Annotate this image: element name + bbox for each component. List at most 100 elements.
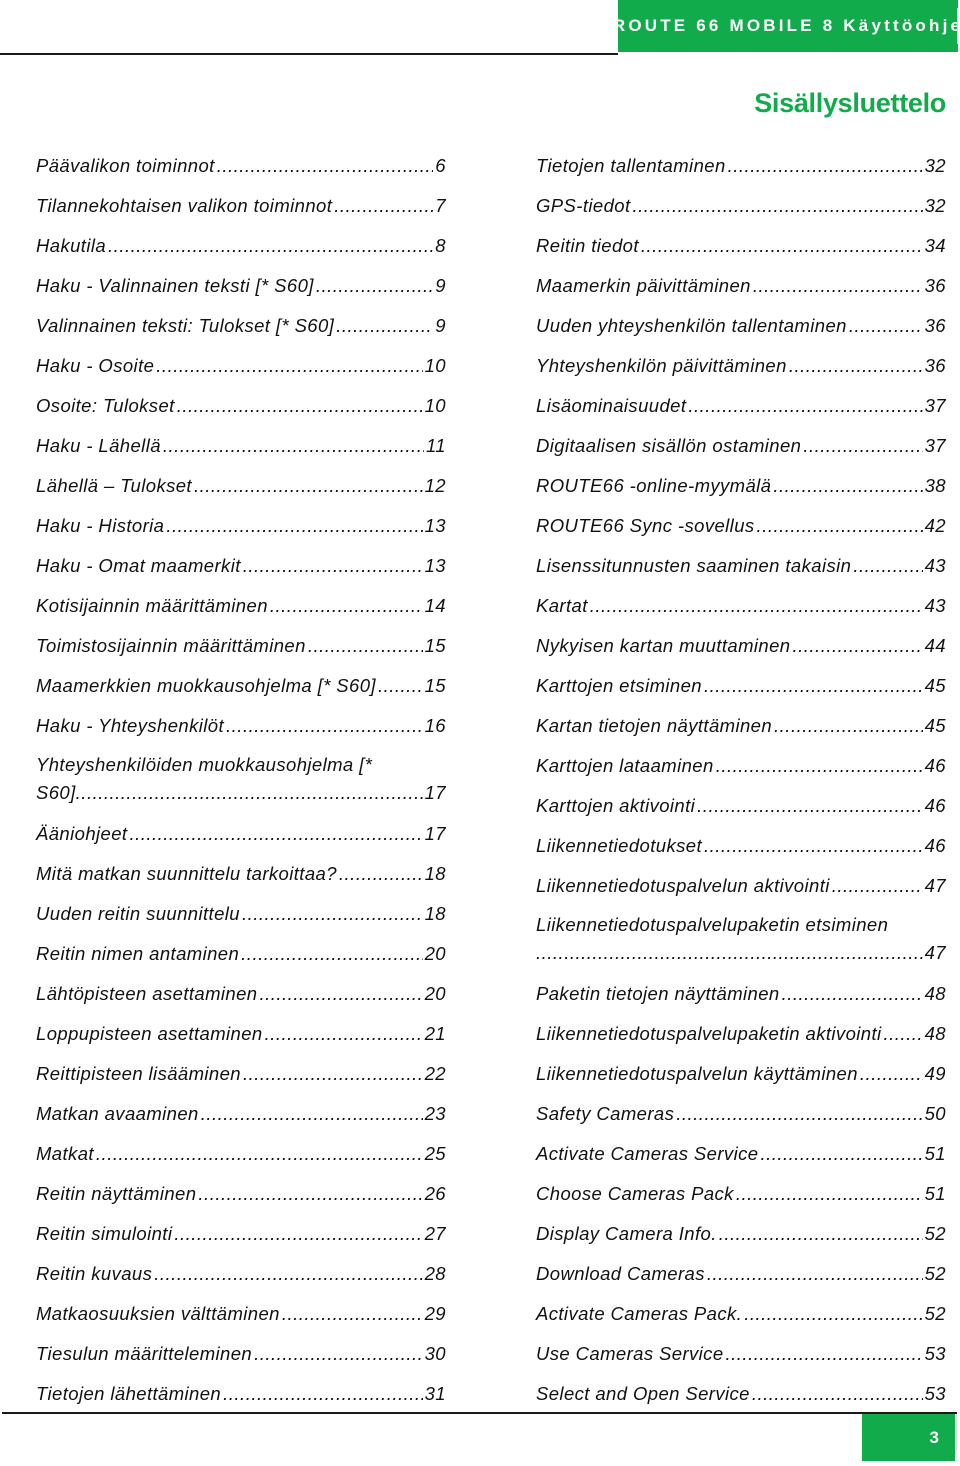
toc-entry[interactable]: Tietojen tallentaminen 32 xyxy=(536,146,946,186)
toc-entry[interactable]: Loppupisteen asettaminen 21 xyxy=(36,1014,446,1054)
toc-entry[interactable]: Liikennetiedotuspalvelun käyttäminen 49 xyxy=(536,1054,946,1094)
toc-entry-page: 20 xyxy=(424,983,446,1004)
toc-entry[interactable]: Download Cameras 52 xyxy=(536,1254,946,1294)
toc-entry-label: Select and Open Service xyxy=(536,1383,750,1404)
toc-entry[interactable]: Paketin tietojen näyttäminen 48 xyxy=(536,974,946,1014)
toc-entry[interactable]: Lähtöpisteen asettaminen 20 xyxy=(36,974,446,1014)
toc-entry[interactable]: Kotisijainnin määrittäminen 14 xyxy=(36,586,446,626)
toc-entry[interactable]: Haku - Valinnainen teksti [* S60] 9 xyxy=(36,266,446,306)
toc-entry[interactable]: Safety Cameras 50 xyxy=(536,1094,946,1134)
toc-entry-page: 36 xyxy=(924,355,946,376)
toc-entry-label: Display Camera Info. xyxy=(536,1223,717,1244)
toc-entry[interactable]: Liikennetiedotuspalvelupaketin etsiminen… xyxy=(536,906,946,974)
toc-entry[interactable]: Valinnainen teksti: Tulokset [* S60] 9 xyxy=(36,306,446,346)
dot-leader xyxy=(704,826,923,866)
toc-entry[interactable]: Choose Cameras Pack 51 xyxy=(536,1174,946,1214)
toc-entry-page: 46 xyxy=(924,835,946,856)
toc-entry[interactable]: Päävalikon toiminnot 6 xyxy=(36,146,446,186)
toc-entry[interactable]: Ääniohjeet 17 xyxy=(36,814,446,854)
toc-entry[interactable]: Kartat 43 xyxy=(536,586,946,626)
page-number: 3 xyxy=(929,1427,939,1447)
toc-entry-label: Liikennetiedotuspalvelupaketin etsiminen xyxy=(536,914,889,935)
toc-entry[interactable]: Lisäominaisuudet 37 xyxy=(536,386,946,426)
toc-entry[interactable]: Tietojen lähettäminen 31 xyxy=(36,1374,446,1414)
toc-entry-page: 44 xyxy=(924,635,946,656)
toc-entry[interactable]: Lisenssitunnusten saaminen takaisin 43 xyxy=(536,546,946,586)
toc-entry-page: 27 xyxy=(424,1223,446,1244)
toc-entry-label: Matkan avaaminen xyxy=(36,1103,199,1124)
toc-entry[interactable]: Reittipisteen lisääminen 22 xyxy=(36,1054,446,1094)
toc-entry[interactable]: Matkaosuuksien välttäminen 29 xyxy=(36,1294,446,1334)
toc-entry[interactable]: Reitin simulointi 27 xyxy=(36,1214,446,1254)
toc-entry[interactable]: Uuden reitin suunnittelu 18 xyxy=(36,894,446,934)
toc-entry[interactable]: Kartan tietojen näyttäminen 45 xyxy=(536,706,946,746)
toc-entry[interactable]: Reitin kuvaus 28 xyxy=(36,1254,446,1294)
toc-entry[interactable]: Tiesulun määritteleminen 30 xyxy=(36,1334,446,1374)
toc-entry[interactable]: Haku - Omat maamerkit 13 xyxy=(36,546,446,586)
toc-entry[interactable]: ROUTE66 -online-myymälä 38 xyxy=(536,466,946,506)
toc-entry-page: 20 xyxy=(424,943,446,964)
toc-entry[interactable]: Haku - Lähellä 11 xyxy=(36,426,446,466)
dot-leader xyxy=(633,186,923,226)
dot-leader xyxy=(265,1014,423,1054)
dot-leader xyxy=(688,386,922,426)
footer-divider xyxy=(2,1412,957,1414)
toc-entry[interactable]: ROUTE66 Sync -sovellus 42 xyxy=(536,506,946,546)
toc-entry[interactable]: Karttojen lataaminen 46 xyxy=(536,746,946,786)
toc-entry[interactable]: Osoite: Tulokset 10 xyxy=(36,386,446,426)
toc-entry[interactable]: Activate Cameras Pack. 52 xyxy=(536,1294,946,1334)
toc-entry[interactable]: Select and Open Service 53 xyxy=(536,1374,946,1414)
toc-entry[interactable]: Nykyisen kartan muuttaminen 44 xyxy=(536,626,946,666)
toc-entry[interactable]: Activate Cameras Service 51 xyxy=(536,1134,946,1174)
toc-entry[interactable]: Haku - Historia 13 xyxy=(36,506,446,546)
toc-entry-page: 51 xyxy=(924,1143,946,1164)
toc-entry[interactable]: Yhteyshenkilön päivittäminen 36 xyxy=(536,346,946,386)
toc-entry[interactable]: Karttojen etsiminen 45 xyxy=(536,666,946,706)
toc-entry-label: Matkaosuuksien välttäminen xyxy=(36,1303,280,1324)
toc-entry[interactable]: Toimistosijainnin määrittäminen 15 xyxy=(36,626,446,666)
dot-leader xyxy=(201,1094,423,1134)
dot-leader xyxy=(339,854,423,894)
dot-leader xyxy=(282,1294,423,1334)
toc-entry[interactable]: Use Cameras Service 53 xyxy=(536,1334,946,1374)
toc-entry-label: Päävalikon toiminnot xyxy=(36,155,215,176)
toc-entry[interactable]: Digitaalisen sisällön ostaminen 37 xyxy=(536,426,946,466)
toc-entry-label: Uuden yhteyshenkilön tallentaminen xyxy=(536,315,847,336)
toc-entry[interactable]: Liikennetiedotuspalvelun aktivointi 47 xyxy=(536,866,946,906)
toc-entry[interactable]: Haku - Yhteyshenkilöt 16 xyxy=(36,706,446,746)
toc-entry[interactable]: Matkat 25 xyxy=(36,1134,446,1174)
dot-leader xyxy=(726,1334,923,1374)
toc-entry[interactable]: Haku - Osoite 10 xyxy=(36,346,446,386)
toc-entry[interactable]: Tilannekohtaisen valikon toiminnot 7 xyxy=(36,186,446,226)
toc-entry[interactable]: Mitä matkan suunnittelu tarkoittaa? 18 xyxy=(36,854,446,894)
dot-leader xyxy=(156,346,422,386)
toc-entry[interactable]: Liikennetiedotuspalvelupaketin aktivoint… xyxy=(536,1014,946,1054)
toc-entry[interactable]: Display Camera Info. 52 xyxy=(536,1214,946,1254)
dot-leader xyxy=(243,546,423,586)
toc-entry-page: 13 xyxy=(424,555,446,576)
toc-entry-page: 18 xyxy=(424,903,446,924)
toc-entry[interactable]: Maamerkkien muokkausohjelma [* S60] 15 xyxy=(36,666,446,706)
dot-leader xyxy=(242,894,423,934)
toc-entry-label-continued: S60] xyxy=(36,782,76,803)
toc-entry-label: Lisäominaisuudet xyxy=(536,395,687,416)
toc-entry[interactable]: Maamerkin päivittäminen 36 xyxy=(536,266,946,306)
toc-entry[interactable]: GPS-tiedot 32 xyxy=(536,186,946,226)
toc-entry[interactable]: Yhteyshenkilöiden muokkausohjelma [* S60]… xyxy=(36,746,446,814)
toc-entry[interactable]: Matkan avaaminen 23 xyxy=(36,1094,446,1134)
toc-entry[interactable]: Reitin nimen antaminen 20 xyxy=(36,934,446,974)
toc-entry[interactable]: Reitin näyttäminen 26 xyxy=(36,1174,446,1214)
toc-entry-label: Osoite: Tulokset xyxy=(36,395,175,416)
dot-leader xyxy=(336,306,433,346)
toc-entry[interactable]: Liikennetiedotukset 46 xyxy=(536,826,946,866)
toc-entry[interactable]: Uuden yhteyshenkilön tallentaminen 36 xyxy=(536,306,946,346)
toc-entry[interactable]: Karttojen aktivointi 46 xyxy=(536,786,946,826)
toc-entry-label: Safety Cameras xyxy=(536,1103,675,1124)
toc-entry[interactable]: Reitin tiedot 34 xyxy=(536,226,946,266)
toc-entry[interactable]: Hakutila 8 xyxy=(36,226,446,266)
dot-leader xyxy=(774,706,923,746)
dot-leader xyxy=(884,1014,923,1054)
toc-entry-page: 52 xyxy=(924,1223,946,1244)
toc-entry-page: 15 xyxy=(424,675,446,696)
toc-entry[interactable]: Lähellä – Tulokset 12 xyxy=(36,466,446,506)
